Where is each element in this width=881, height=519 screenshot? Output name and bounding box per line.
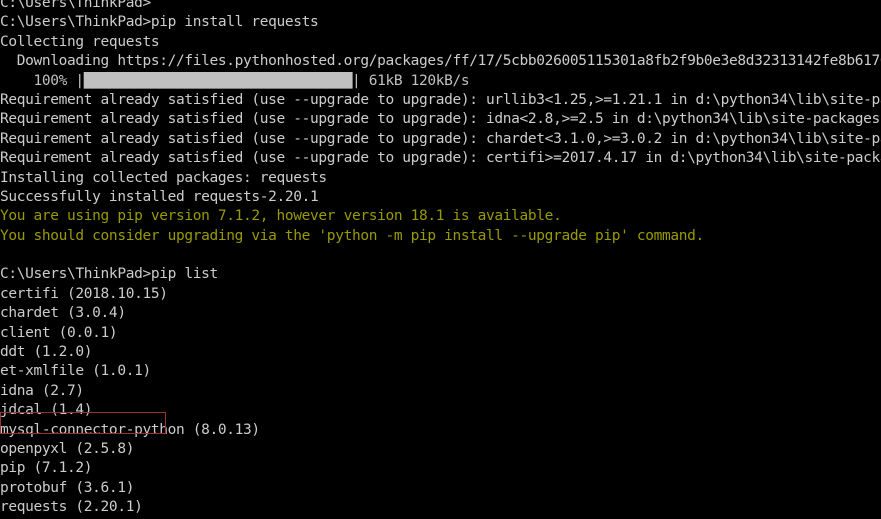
terminal-line: idna (2.7): [0, 382, 84, 399]
terminal-line: Collecting requests: [0, 33, 160, 50]
terminal-line: chardet (3.0.4): [0, 305, 126, 322]
terminal-line: client (0.0.1): [0, 324, 118, 341]
terminal-line: ddt (1.2.0): [0, 344, 93, 361]
terminal-line: et-xmlfile (1.0.1): [0, 363, 151, 380]
terminal-line: Installing collected packages: requests: [0, 169, 327, 186]
terminal-line: certifi (2018.10.15): [0, 285, 168, 302]
terminal-line: C:\Users\ThinkPad>pip list: [0, 266, 218, 283]
terminal-line: openpyxl (2.5.8): [0, 440, 135, 457]
terminal-line: C:\Users\ThinkPad>pip install requests: [0, 14, 319, 31]
terminal-line: Downloading https://files.pythonhosted.o…: [0, 53, 881, 70]
terminal-line: 100% |████████████████████████████████| …: [0, 72, 478, 89]
terminal-console[interactable]: C:\Users\ThinkPad> C:\Users\ThinkPad>pip …: [0, 0, 881, 519]
terminal-line: Requirement already satisfied (use --upg…: [0, 150, 881, 167]
terminal-line: C:\Users\ThinkPad>: [0, 0, 151, 11]
terminal-line: Requirement already satisfied (use --upg…: [0, 111, 881, 128]
terminal-line: Requirement already satisfied (use --upg…: [0, 91, 881, 108]
terminal-line: Requirement already satisfied (use --upg…: [0, 130, 881, 147]
terminal-output: C:\Users\ThinkPad> C:\Users\ThinkPad>pip …: [0, 0, 881, 519]
terminal-line: Successfully installed requests-2.20.1: [0, 188, 319, 205]
terminal-line: requests (2.20.1): [0, 499, 143, 516]
terminal-line: pip (7.1.2): [0, 460, 93, 477]
terminal-line: You are using pip version 7.1.2, however…: [0, 208, 562, 225]
terminal-line: You should consider upgrading via the 'p…: [0, 227, 704, 244]
terminal-line: protobuf (3.6.1): [0, 479, 135, 496]
terminal-line: mysql-connector-python (8.0.13): [0, 421, 260, 438]
terminal-line: jdcal (1.4): [0, 402, 93, 419]
